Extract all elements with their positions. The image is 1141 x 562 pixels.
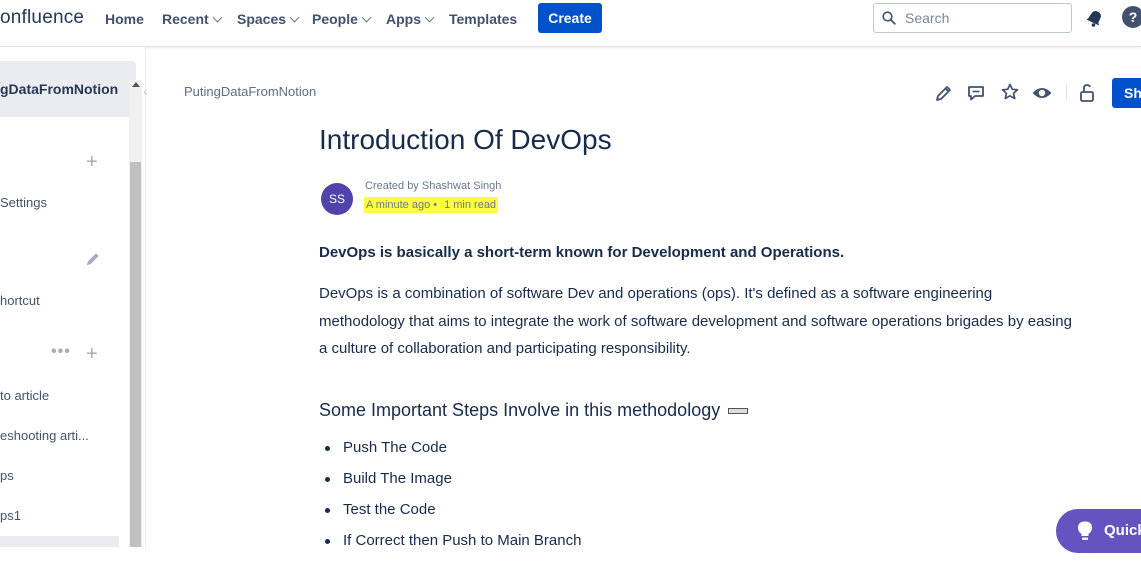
sidebar-item-troubleshooting[interactable]: eshooting arti...: [0, 428, 89, 443]
section-heading: Some Important Steps Involve in this met…: [319, 400, 749, 421]
add-icon[interactable]: +: [86, 344, 98, 364]
chevron-down-icon: [361, 12, 372, 23]
more-options-icon[interactable]: •••: [51, 343, 71, 361]
nav-people-label: People: [312, 11, 358, 27]
breadcrumb[interactable]: PutingDataFromNotion: [184, 84, 316, 99]
nav-apps-label: Apps: [386, 11, 421, 27]
space-sidebar: gDataFromNotion + Settings hortcut ••• +…: [0, 47, 146, 547]
created-by: Created by Shashwat Singh: [365, 180, 502, 192]
nav-templates[interactable]: Templates: [449, 11, 517, 27]
chevron-down-icon: [424, 12, 435, 23]
sidebar-item-settings[interactable]: Settings: [0, 195, 47, 210]
nav-recent[interactable]: Recent: [162, 11, 223, 27]
quick-help-button[interactable]: Quick: [1056, 509, 1141, 553]
nav-spaces[interactable]: Spaces: [237, 11, 300, 27]
list-item: Test the Code: [323, 500, 581, 531]
sidebar-item-article[interactable]: to article: [0, 388, 49, 403]
collapse-sidebar-icon[interactable]: ‹: [143, 83, 148, 99]
sidebar-item-selected[interactable]: [0, 536, 119, 547]
edit-pencil-icon[interactable]: [84, 250, 102, 268]
steps-list: Push The Code Build The Image Test the C…: [323, 438, 581, 562]
confluence-logo[interactable]: onfluence: [0, 7, 84, 29]
read-time: 1 min read: [444, 199, 497, 211]
help-icon[interactable]: ?: [1122, 6, 1141, 28]
comment-icon[interactable]: [966, 83, 986, 103]
watch-eye-icon[interactable]: [1031, 83, 1053, 103]
scroll-up-arrow-icon[interactable]: [132, 82, 140, 87]
sidebar-item-ps1[interactable]: ps1: [0, 508, 21, 523]
list-item: Push The Code: [323, 438, 581, 469]
search-placeholder: Search: [905, 10, 950, 26]
nav-recent-label: Recent: [162, 11, 209, 27]
body-paragraph: DevOps is a combination of software Dev …: [319, 285, 1072, 357]
page-title: Introduction Of DevOps: [319, 124, 612, 155]
restrictions-lock-icon[interactable]: [1077, 82, 1097, 104]
section-heading-text: Some Important Steps Involve in this met…: [319, 400, 721, 420]
search-icon: [882, 11, 896, 25]
sidebar-scrollbar-thumb[interactable]: [130, 162, 141, 547]
quick-help-label: Quick: [1104, 522, 1141, 539]
space-header[interactable]: gDataFromNotion: [0, 61, 136, 117]
list-item: Build The Image: [323, 469, 581, 500]
divider: [1066, 84, 1067, 100]
star-icon[interactable]: [1000, 82, 1020, 102]
separator-dot: •: [433, 199, 438, 211]
add-icon[interactable]: +: [86, 152, 98, 172]
lead-paragraph: DevOps is basically a short-term known f…: [319, 244, 845, 261]
nav-people[interactable]: People: [312, 11, 372, 27]
page-meta: A minute ago • 1 min read: [364, 197, 499, 213]
time-ago[interactable]: A minute ago: [366, 199, 430, 211]
nav-home[interactable]: Home: [105, 11, 144, 27]
notification-icon[interactable]: [1085, 8, 1105, 28]
chevron-down-icon: [289, 12, 300, 23]
sidebar-item-ps[interactable]: ps: [0, 468, 14, 483]
chevron-down-icon: [212, 12, 223, 23]
space-name: gDataFromNotion: [0, 81, 119, 97]
top-navigation: onfluence Home Recent Spaces People Apps…: [0, 0, 1141, 47]
edit-icon[interactable]: [934, 83, 954, 103]
avatar[interactable]: SS: [321, 183, 353, 215]
nav-spaces-label: Spaces: [237, 11, 287, 27]
share-button[interactable]: Sh: [1112, 78, 1141, 108]
inline-image-placeholder: [728, 408, 749, 415]
nav-apps[interactable]: Apps: [386, 11, 435, 27]
search-input[interactable]: Search: [873, 3, 1072, 33]
lightbulb-icon: [1078, 521, 1092, 540]
sidebar-item-shortcut[interactable]: hortcut: [0, 293, 40, 308]
create-button[interactable]: Create: [538, 3, 602, 33]
